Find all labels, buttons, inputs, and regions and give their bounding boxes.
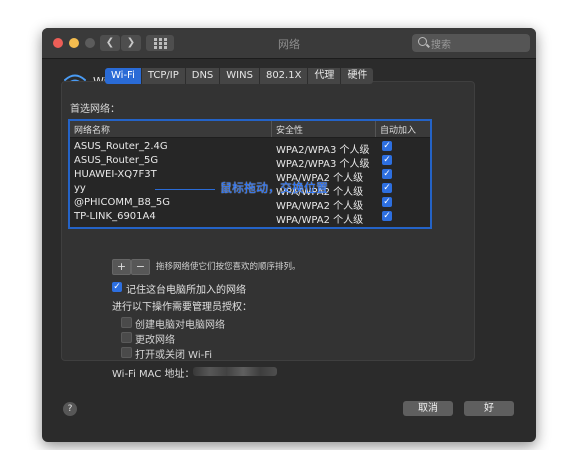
tab-proxies[interactable]: 代理: [308, 68, 342, 84]
column-header-name[interactable]: 网络名称: [74, 123, 110, 136]
auto-join-checkbox[interactable]: ✓: [382, 211, 392, 221]
add-network-button[interactable]: +: [112, 259, 131, 275]
change-networks-label: 更改网络: [135, 335, 175, 346]
checkmark-icon: ✓: [383, 169, 391, 179]
network-name: HUAWEI-XQ7F3T: [74, 169, 157, 180]
network-name: @PHICOMM_B8_5G: [74, 197, 170, 208]
column-divider: [271, 121, 272, 137]
tab-bar: Wi-Fi TCP/IP DNS WINS 802.1X 代理 硬件: [105, 68, 374, 84]
title-bar: ❮ ❯ 网络 搜索: [42, 28, 536, 59]
checkmark-icon: ✓: [383, 183, 391, 193]
search-placeholder: 搜索: [431, 40, 451, 51]
network-name: ASUS_Router_5G: [74, 155, 159, 166]
tab-wifi[interactable]: Wi-Fi: [105, 68, 142, 84]
auto-join-checkbox[interactable]: ✓: [382, 155, 392, 165]
checkmark-icon: ✓: [113, 282, 121, 292]
network-security: WPA/WPA2 个人级: [276, 215, 364, 226]
column-header-auto-join[interactable]: 自动加入: [380, 123, 416, 136]
mac-address-value-blurred: [193, 367, 277, 376]
network-name: TP-LINK_6901A4: [74, 211, 156, 222]
cancel-button[interactable]: 取消: [403, 401, 453, 416]
checkmark-icon: ✓: [383, 197, 391, 207]
auto-join-checkbox[interactable]: ✓: [382, 183, 392, 193]
drag-annotation: 鼠标拖动，交换位置: [220, 181, 329, 195]
preferred-networks-label: 首选网络：: [70, 104, 120, 115]
checkmark-icon: ✓: [383, 211, 391, 221]
table-header: 网络名称 安全性 自动加入: [70, 121, 430, 138]
auto-join-checkbox[interactable]: ✓: [382, 197, 392, 207]
preferred-networks-table[interactable]: 网络名称 安全性 自动加入 ASUS_Router_2.4G WPA2/WPA3…: [68, 119, 432, 229]
search-field[interactable]: 搜索: [412, 34, 530, 52]
checkmark-icon: ✓: [383, 141, 391, 151]
column-divider: [375, 121, 376, 137]
help-button[interactable]: ?: [63, 402, 77, 416]
tab-hardware[interactable]: 硬件: [341, 68, 373, 84]
reorder-hint: 拖移网络使它们按您喜欢的顺序排列。: [156, 262, 301, 272]
checkmark-icon: ✓: [383, 155, 391, 165]
create-computer-network-checkbox[interactable]: [121, 317, 132, 328]
tab-8021x[interactable]: 802.1X: [260, 68, 309, 84]
table-row[interactable]: @PHICOMM_B8_5G WPA/WPA2 个人级 ✓: [70, 196, 430, 212]
toggle-wifi-label: 打开或关闭 Wi-Fi: [135, 350, 213, 361]
change-networks-checkbox[interactable]: [121, 332, 132, 343]
remove-network-button[interactable]: −: [131, 259, 150, 275]
network-name: yy: [74, 183, 86, 194]
auto-join-checkbox[interactable]: ✓: [382, 169, 392, 179]
auto-join-checkbox[interactable]: ✓: [382, 141, 392, 151]
tab-dns[interactable]: DNS: [186, 68, 221, 84]
toggle-wifi-checkbox[interactable]: [121, 347, 132, 358]
tab-tcpip[interactable]: TCP/IP: [142, 68, 186, 84]
create-computer-network-label: 创建电脑对电脑网络: [135, 320, 225, 331]
table-row[interactable]: TP-LINK_6901A4 WPA/WPA2 个人级 ✓: [70, 210, 430, 226]
table-row[interactable]: ASUS_Router_5G WPA2/WPA3 个人级 ✓: [70, 154, 430, 170]
table-row[interactable]: ASUS_Router_2.4G WPA2/WPA3 个人级 ✓: [70, 140, 430, 156]
admin-heading: 进行以下操作需要管理员授权：: [112, 302, 252, 313]
ok-button[interactable]: 好: [464, 401, 514, 416]
remember-networks-checkbox[interactable]: ✓: [112, 282, 122, 292]
column-header-security[interactable]: 安全性: [276, 123, 303, 136]
mac-address-label: Wi-Fi MAC 地址：: [112, 369, 195, 380]
network-name: ASUS_Router_2.4G: [74, 141, 168, 152]
tab-wins[interactable]: WINS: [220, 68, 260, 84]
remember-networks-label: 记住这台电脑所加入的网络: [126, 285, 246, 296]
annotation-underline: [155, 189, 215, 190]
search-icon: [418, 37, 427, 46]
